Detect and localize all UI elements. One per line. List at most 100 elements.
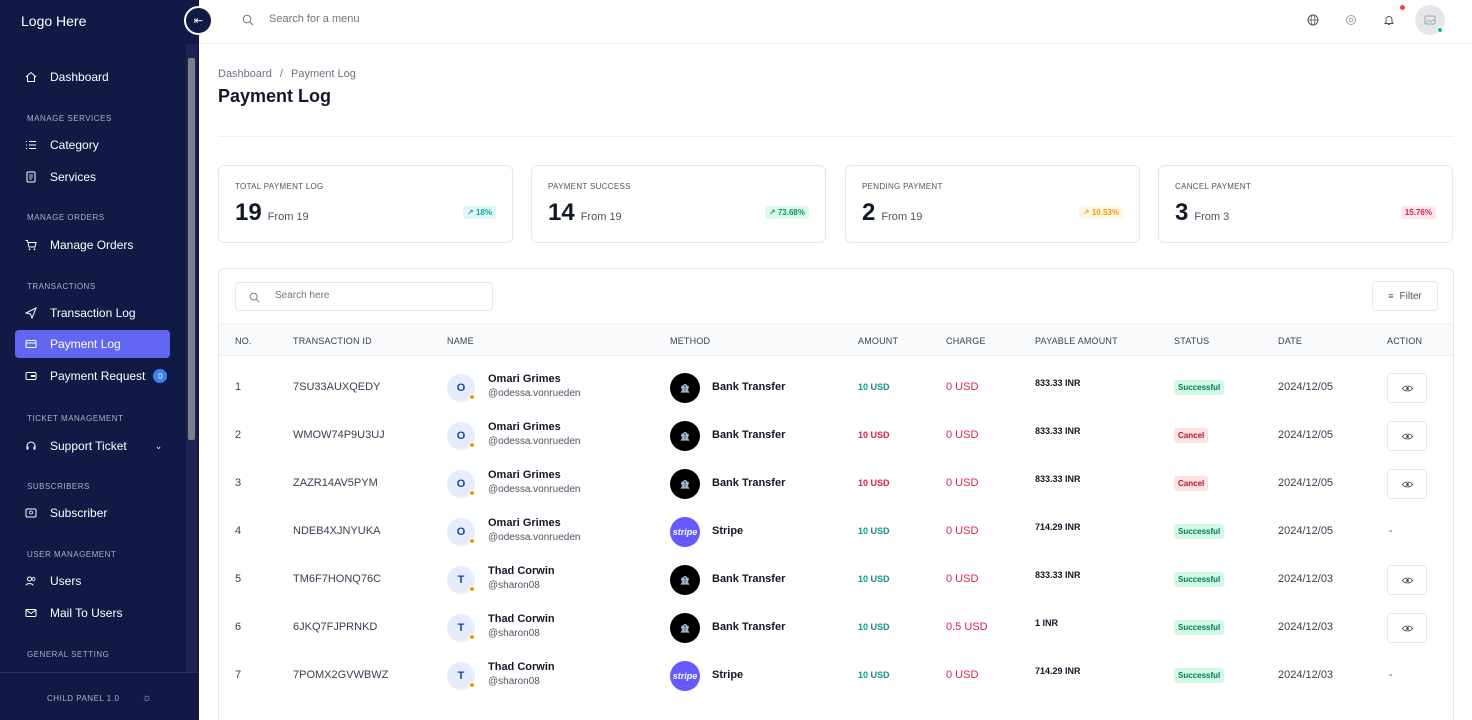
stat-card-total: TOTAL PAYMENT LOG 19 From 19 ↗ 18% bbox=[218, 165, 513, 243]
column-header-no[interactable]: NO. bbox=[235, 336, 252, 346]
cell-no: 6 bbox=[235, 621, 242, 633]
stat-trend-badge: ↗ 18% bbox=[463, 206, 496, 219]
date: 2024/12/03 bbox=[1278, 621, 1334, 633]
sidebar-item-label: Services bbox=[50, 170, 97, 184]
filter-label: Filter bbox=[1399, 290, 1422, 302]
sidebar-item-label: Manage Orders bbox=[50, 238, 134, 252]
sidebar-item-label: Payment Request bbox=[50, 369, 146, 383]
menu-search-input[interactable] bbox=[269, 13, 569, 25]
document-icon bbox=[25, 171, 37, 183]
user-status-dot bbox=[469, 442, 475, 448]
eye-icon bbox=[1401, 577, 1413, 583]
status-badge: Successful bbox=[1174, 668, 1225, 683]
charge: 0 USD bbox=[946, 525, 979, 537]
date: 2024/12/05 bbox=[1278, 525, 1334, 537]
table-row: 1 7SU33AUXQEDY O Omari Grimes @odessa.vo… bbox=[219, 364, 1453, 412]
sidebar-item-payment-request[interactable]: Payment Request 0 bbox=[15, 362, 170, 390]
sidebar-collapse-button[interactable]: ⇤ bbox=[184, 6, 213, 35]
table-row: 2 WMOW74P9U3UJ O Omari Grimes @odessa.vo… bbox=[219, 412, 1453, 460]
status-badge: Successful bbox=[1174, 572, 1225, 587]
sidebar-item-label: Category bbox=[50, 138, 99, 152]
status-badge: Successful bbox=[1174, 620, 1225, 635]
sidebar-item-payment-log[interactable]: Payment Log bbox=[15, 330, 170, 358]
user-name[interactable]: Thad Corwin bbox=[488, 661, 555, 673]
eye-icon bbox=[1401, 433, 1413, 439]
sidebar-item-category[interactable]: Category bbox=[15, 131, 170, 159]
bell-icon[interactable] bbox=[1383, 14, 1395, 26]
column-header-method[interactable]: METHOD bbox=[670, 336, 710, 346]
breadcrumb-current: Payment Log bbox=[291, 68, 356, 80]
stripe-logo-icon: stripe bbox=[670, 517, 700, 547]
chevron-down-icon: ⌄ bbox=[154, 440, 163, 451]
cell-transaction-id: 6JKQ7FJPRNKD bbox=[293, 621, 378, 633]
charge: 0 USD bbox=[946, 429, 979, 441]
payable-amount: 833.33 INR bbox=[1035, 378, 1081, 388]
sidebar-item-manage-orders[interactable]: Manage Orders bbox=[15, 231, 170, 259]
user-status-dot bbox=[469, 538, 475, 544]
charge: 0.5 USD bbox=[946, 621, 988, 633]
table-row: 4 NDEB4XJNYUKA O Omari Grimes @odessa.vo… bbox=[219, 508, 1453, 556]
column-header-amount[interactable]: AMOUNT bbox=[858, 336, 898, 346]
stat-card-pending: PENDING PAYMENT 2 From 19 ↗ 10.53% bbox=[845, 165, 1140, 243]
sidebar-scrollbar[interactable] bbox=[188, 58, 195, 440]
notification-dot bbox=[1400, 5, 1405, 10]
settings-icon[interactable] bbox=[1345, 14, 1357, 26]
amount: 10 USD bbox=[858, 382, 890, 392]
user-handle: @odessa.vonrueden bbox=[488, 388, 581, 399]
sidebar-item-label: Dashboard bbox=[50, 70, 109, 84]
column-header-date[interactable]: DATE bbox=[1278, 336, 1302, 346]
user-name[interactable]: Omari Grimes bbox=[488, 517, 561, 529]
payment-method: Stripe bbox=[712, 669, 744, 681]
user-name[interactable]: Thad Corwin bbox=[488, 613, 555, 625]
table-search-box[interactable] bbox=[235, 282, 493, 311]
column-header-payable-amount[interactable]: PAYABLE AMOUNT bbox=[1035, 336, 1118, 346]
sidebar-footer: CHILD PANEL 1.0 ☼ bbox=[0, 672, 199, 720]
payment-method: Bank Transfer bbox=[712, 573, 786, 585]
sidebar-item-services[interactable]: Services bbox=[15, 163, 170, 191]
table-search-input[interactable] bbox=[275, 290, 475, 301]
user-name[interactable]: Thad Corwin bbox=[488, 565, 555, 577]
breadcrumb-link-dashboard[interactable]: Dashboard bbox=[218, 68, 272, 80]
view-button[interactable] bbox=[1387, 565, 1427, 595]
wallet-icon bbox=[25, 370, 37, 382]
user-name[interactable]: Omari Grimes bbox=[488, 421, 561, 433]
payable-amount: 833.33 INR bbox=[1035, 474, 1081, 484]
column-header-name[interactable]: NAME bbox=[447, 336, 474, 346]
image-icon bbox=[1424, 15, 1436, 25]
stat-value: 2 From 19 bbox=[862, 199, 923, 226]
user-name[interactable]: Omari Grimes bbox=[488, 469, 561, 481]
sidebar-item-transaction-log[interactable]: Transaction Log bbox=[15, 299, 170, 327]
topbar bbox=[199, 0, 1472, 44]
payment-method: Stripe bbox=[712, 525, 744, 537]
sidebar-item-mail-to-users[interactable]: Mail To Users bbox=[15, 599, 170, 627]
view-button[interactable] bbox=[1387, 421, 1427, 451]
cell-no: 3 bbox=[235, 477, 242, 489]
sidebar-item-subscriber[interactable]: Subscriber bbox=[15, 499, 170, 527]
view-button[interactable] bbox=[1387, 469, 1427, 499]
eye-icon bbox=[1401, 481, 1413, 487]
no-action: - bbox=[1389, 669, 1393, 681]
user-status-dot bbox=[469, 394, 475, 400]
sidebar-item-support-ticket[interactable]: Support Ticket ⌄ bbox=[15, 432, 170, 460]
users-icon bbox=[25, 575, 37, 587]
column-header-status[interactable]: STATUS bbox=[1174, 336, 1209, 346]
payable-amount: 714.29 INR bbox=[1035, 666, 1081, 676]
stat-card-success: PAYMENT SUCCESS 14 From 19 ↗ 73.68% bbox=[531, 165, 826, 243]
sidebar-item-label: Transaction Log bbox=[50, 306, 136, 320]
cell-transaction-id: WMOW74P9U3UJ bbox=[293, 429, 385, 441]
filter-button[interactable]: ≡ Filter bbox=[1372, 281, 1438, 311]
amount: 10 USD bbox=[858, 670, 890, 680]
user-name[interactable]: Omari Grimes bbox=[488, 373, 561, 385]
sidebar-item-users[interactable]: Users bbox=[15, 567, 170, 595]
theme-toggle-icon[interactable]: ☼ bbox=[142, 692, 152, 704]
globe-icon[interactable] bbox=[1307, 14, 1319, 26]
no-action: - bbox=[1389, 525, 1393, 537]
view-button[interactable] bbox=[1387, 373, 1427, 403]
sidebar-section-title: USER MANAGEMENT bbox=[27, 550, 117, 559]
view-button[interactable] bbox=[1387, 613, 1427, 643]
logo: Logo Here bbox=[21, 13, 87, 29]
breadcrumb: Dashboard / Payment Log bbox=[218, 68, 361, 80]
sidebar-item-dashboard[interactable]: Dashboard bbox=[15, 63, 170, 91]
column-header-charge[interactable]: CHARGE bbox=[946, 336, 986, 346]
column-header-transaction-id[interactable]: TRANSACTION ID bbox=[293, 336, 372, 346]
